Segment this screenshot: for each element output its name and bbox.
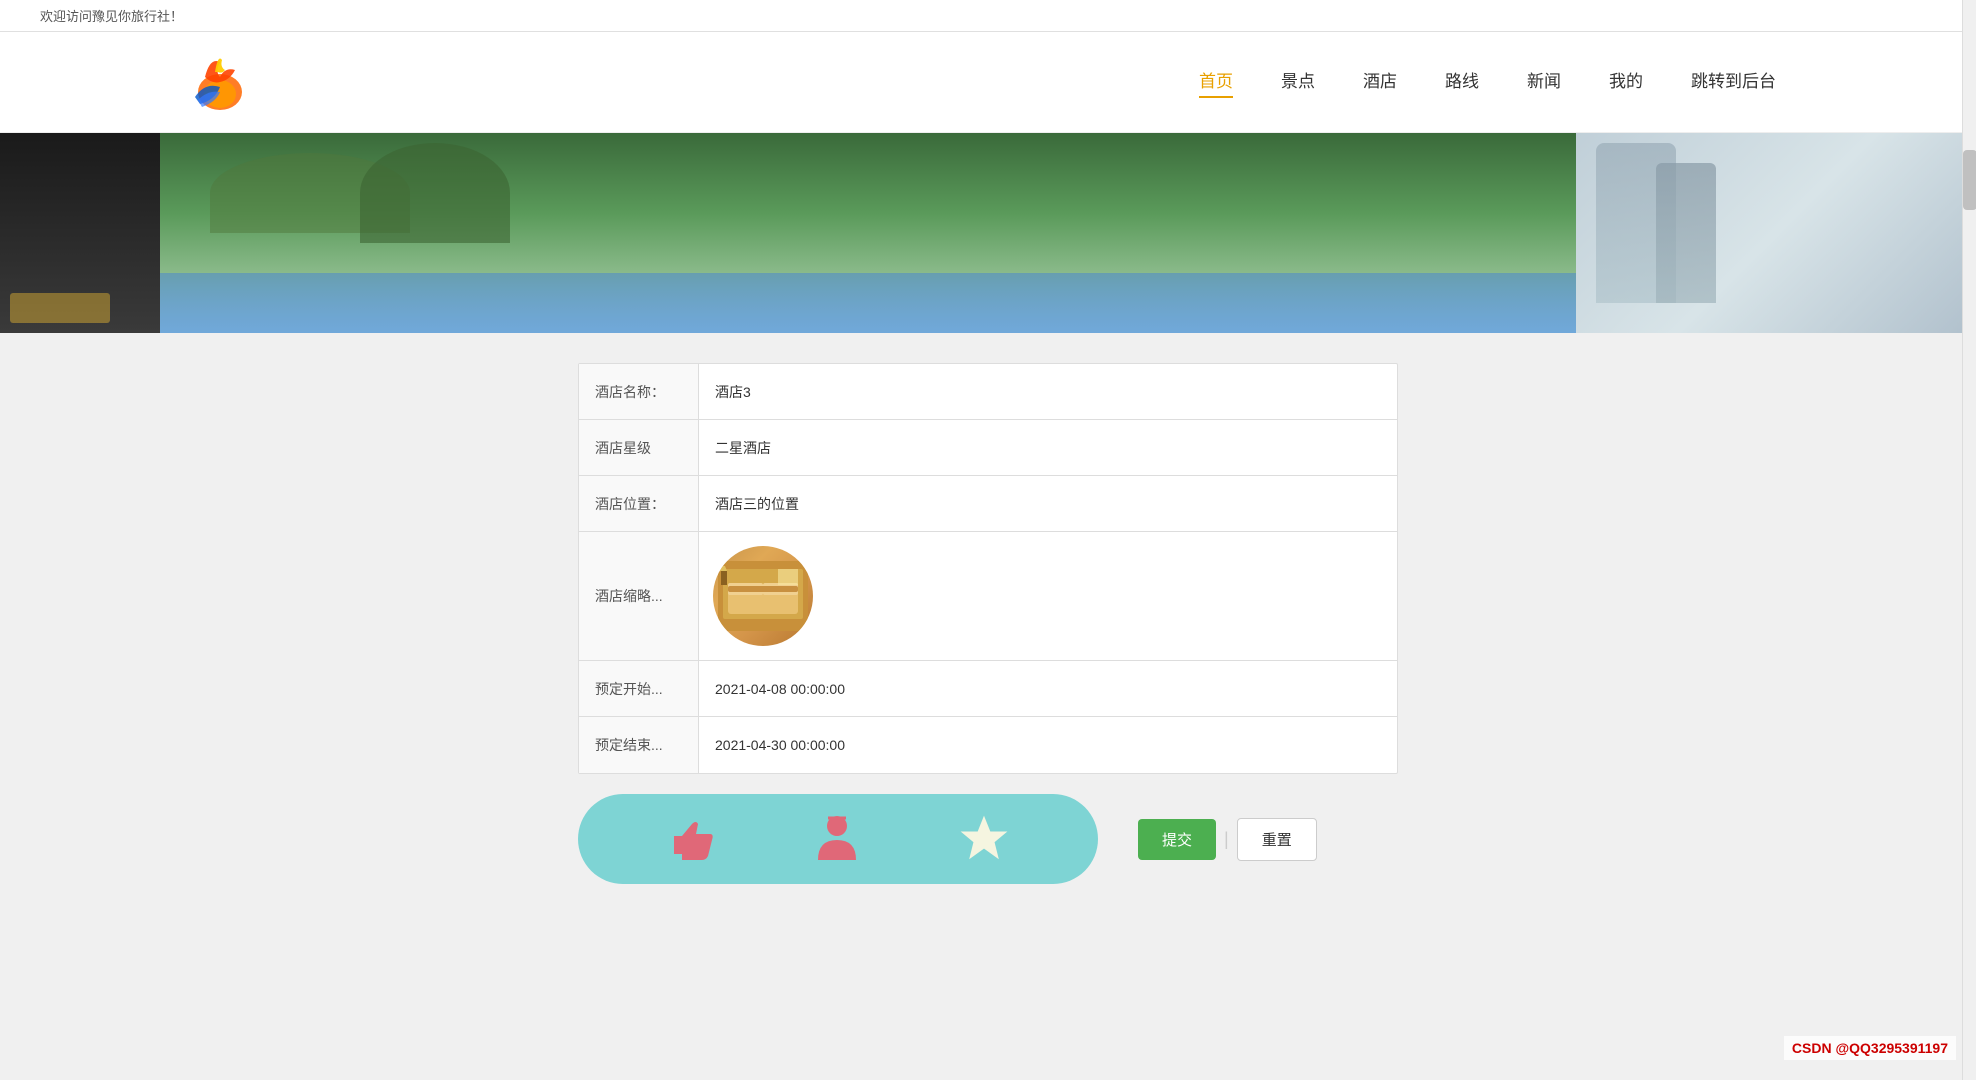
form-row-booking-end: 预定结束...	[579, 717, 1397, 773]
value-hotel-star[interactable]	[699, 420, 1397, 475]
star-button[interactable]	[955, 809, 1015, 869]
form-container: 酒店名称： 酒店星级 酒店位置：	[578, 363, 1398, 774]
form-row-hotel-name: 酒店名称：	[579, 364, 1397, 420]
nav-item-hotel[interactable]: 酒店	[1363, 67, 1397, 98]
input-hotel-location[interactable]	[715, 496, 1381, 512]
input-hotel-star[interactable]	[715, 440, 895, 456]
nav-item-backend[interactable]: 跳转到后台	[1691, 67, 1776, 98]
form-row-booking-start: 预定开始...	[579, 661, 1397, 717]
banner-right	[1576, 133, 1976, 333]
logo-area	[180, 42, 260, 122]
page-scrollbar-thumb[interactable]	[1963, 150, 1976, 210]
action-buttons: 提交 | 重置	[1138, 818, 1317, 861]
watermark: CSDN @QQ3295391197	[1784, 1036, 1956, 1060]
label-booking-end: 预定结束...	[579, 717, 699, 773]
reset-button[interactable]: 重置	[1237, 818, 1317, 861]
star-icon	[957, 812, 1012, 867]
banner	[0, 133, 1976, 333]
submit-button[interactable]: 提交	[1138, 819, 1216, 860]
value-hotel-thumbnail	[699, 532, 1397, 660]
nav-item-scenic[interactable]: 景点	[1281, 67, 1315, 98]
label-hotel-name: 酒店名称：	[579, 364, 699, 419]
input-booking-start[interactable]	[715, 681, 1381, 697]
button-divider: |	[1224, 829, 1229, 850]
nav-item-route[interactable]: 路线	[1445, 67, 1479, 98]
banner-left	[0, 133, 160, 333]
label-hotel-location: 酒店位置：	[579, 476, 699, 531]
label-hotel-thumbnail: 酒店缩略...	[579, 532, 699, 660]
top-bar: 欢迎访问豫见你旅行社！	[0, 0, 1976, 32]
page-scrollbar[interactable]	[1962, 0, 1976, 1080]
room-illustration	[718, 561, 808, 631]
label-hotel-star: 酒店星级	[579, 420, 699, 475]
input-hotel-name[interactable]	[715, 384, 1381, 400]
header: 首页 景点 酒店 路线 新闻 我的 跳转到后台	[0, 32, 1976, 133]
banner-center	[160, 133, 1576, 333]
value-booking-end[interactable]	[699, 717, 1397, 773]
thumbs-up-button[interactable]	[661, 809, 721, 869]
person-icon	[810, 812, 865, 867]
value-hotel-location[interactable]	[699, 476, 1397, 531]
nav-item-home[interactable]: 首页	[1199, 67, 1233, 98]
form-row-hotel-star: 酒店星级	[579, 420, 1397, 476]
button-area: 提交 | 重置	[578, 774, 1398, 914]
value-hotel-name[interactable]	[699, 364, 1397, 419]
person-button[interactable]	[808, 809, 868, 869]
value-booking-start[interactable]	[699, 661, 1397, 716]
welcome-text: 欢迎访问豫见你旅行社！	[40, 9, 183, 24]
nav-item-news[interactable]: 新闻	[1527, 67, 1561, 98]
main-nav: 首页 景点 酒店 路线 新闻 我的 跳转到后台	[1199, 67, 1776, 98]
main-content: 酒店名称： 酒店星级 酒店位置：	[0, 333, 1976, 944]
pill-bar	[578, 794, 1098, 884]
form-row-hotel-location: 酒店位置：	[579, 476, 1397, 532]
logo-icon	[180, 42, 260, 122]
form-row-hotel-thumbnail: 酒店缩略...	[579, 532, 1397, 661]
input-booking-end[interactable]	[715, 737, 1381, 753]
hotel-thumbnail-image	[713, 546, 813, 646]
thumbs-up-icon	[664, 812, 719, 867]
nav-item-mine[interactable]: 我的	[1609, 67, 1643, 98]
label-booking-start: 预定开始...	[579, 661, 699, 716]
